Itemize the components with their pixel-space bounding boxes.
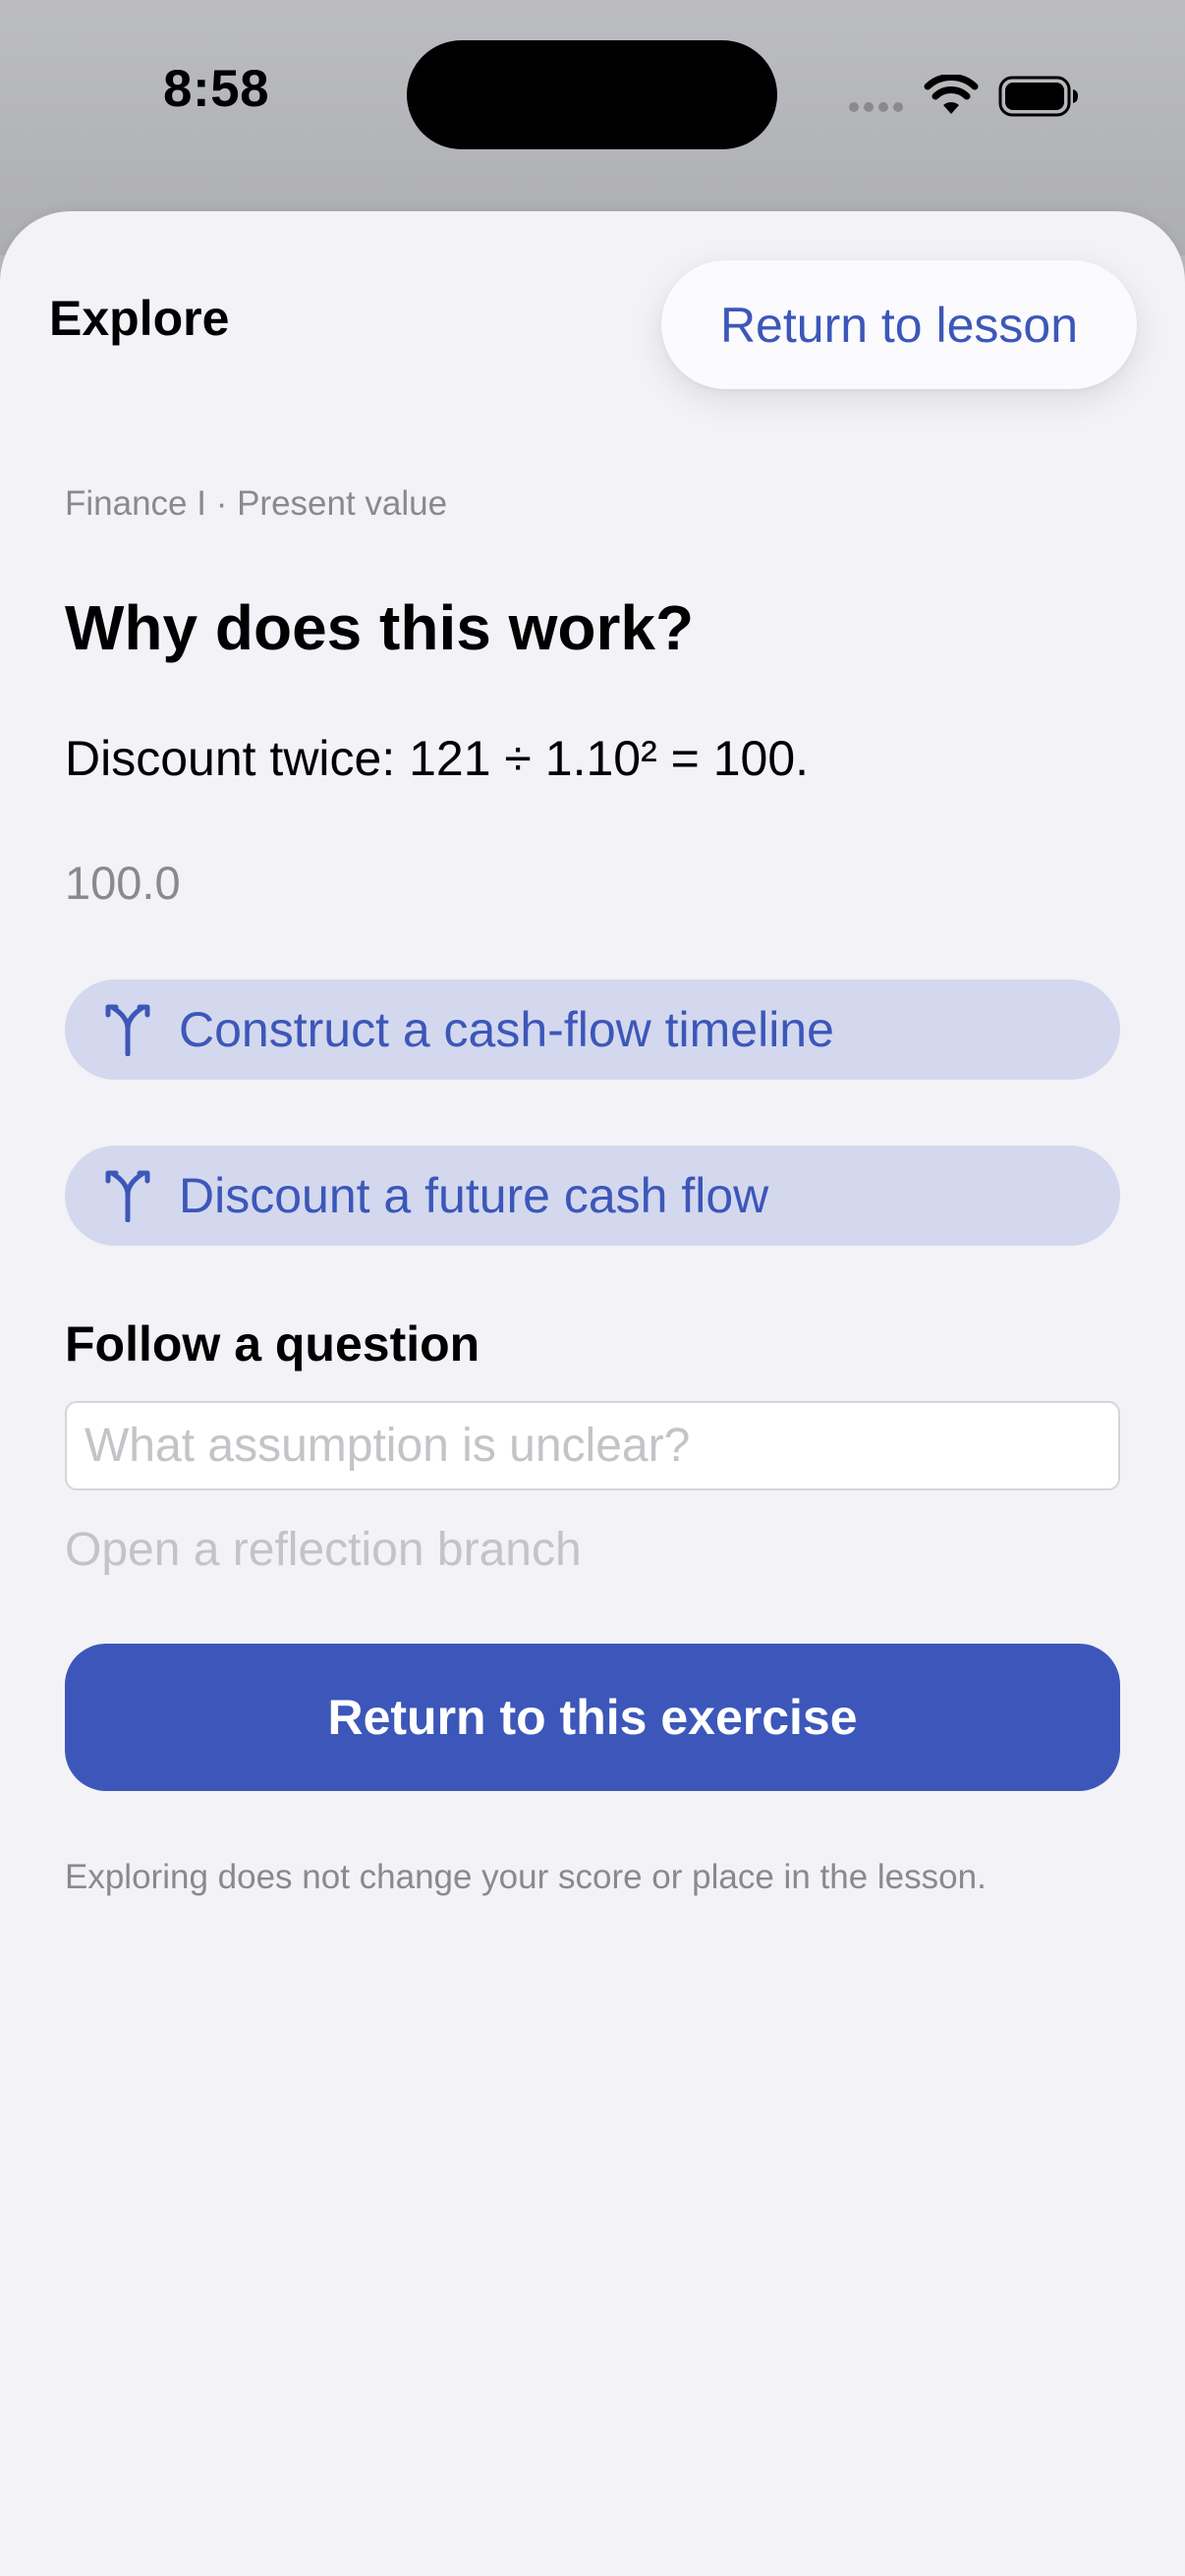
branch-chip-label: Construct a cash-flow timeline xyxy=(179,1002,834,1057)
explanation-text: Discount twice: 121 ÷ 1.10² = 100. xyxy=(65,731,810,786)
breadcrumb: Finance I · Present value xyxy=(65,484,448,523)
wifi-icon xyxy=(924,75,979,114)
open-reflection-branch-link[interactable]: Open a reflection branch xyxy=(65,1527,582,1574)
footnote: Exploring does not change your score or … xyxy=(65,1858,987,1896)
sheet-title: Explore xyxy=(49,291,230,346)
page-title: Why does this work? xyxy=(65,592,695,663)
return-to-exercise-button[interactable]: Return to this exercise xyxy=(65,1644,1120,1791)
branch-icon xyxy=(105,1004,150,1056)
battery-icon xyxy=(998,76,1078,117)
question-input[interactable] xyxy=(65,1401,1120,1490)
follow-question-heading: Follow a question xyxy=(65,1316,480,1372)
status-time: 8:58 xyxy=(163,60,270,118)
branch-chip-discount-future-cash-flow[interactable]: Discount a future cash flow xyxy=(65,1146,1120,1246)
answer-value: 100.0 xyxy=(65,857,181,909)
dynamic-island xyxy=(407,40,777,149)
branch-icon xyxy=(105,1170,150,1222)
branch-chip-cash-flow-timeline[interactable]: Construct a cash-flow timeline xyxy=(65,980,1120,1080)
cellular-signal-icon xyxy=(849,102,903,112)
return-to-lesson-button[interactable]: Return to lesson xyxy=(661,260,1137,389)
branch-chip-label: Discount a future cash flow xyxy=(179,1168,769,1223)
explore-sheet: Explore Return to lesson Finance I · Pre… xyxy=(0,211,1185,2576)
